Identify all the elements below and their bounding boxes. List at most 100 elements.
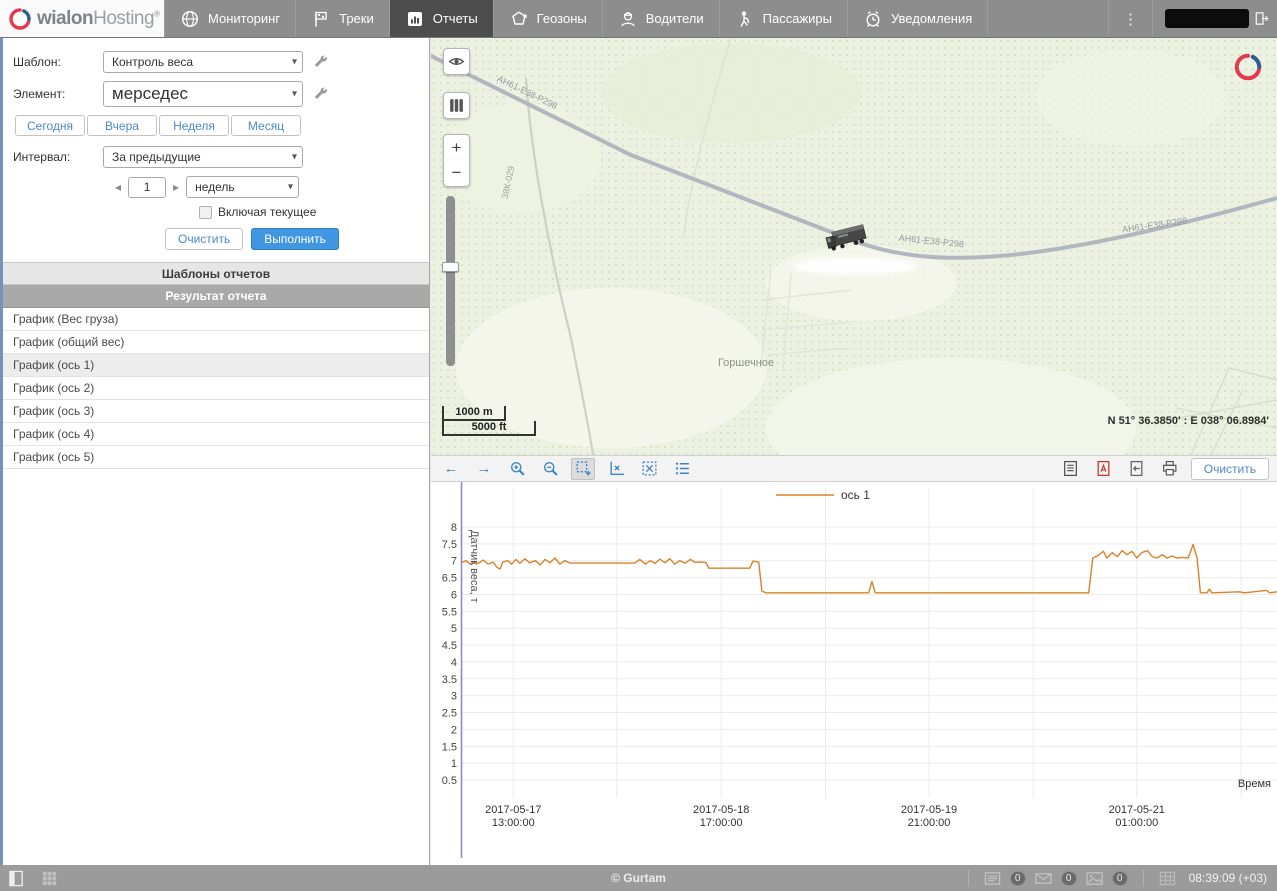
chart-clear-button[interactable]: Очистить	[1191, 458, 1269, 480]
include-current-checkbox[interactable]	[199, 206, 212, 219]
tab-monitoring[interactable]: Мониторинг	[164, 0, 296, 37]
apps-grid-icon[interactable]	[41, 870, 58, 887]
result-list-item[interactable]: График (ось 1)	[3, 354, 429, 377]
map-scale: 1000 m 5000 ft	[442, 406, 536, 436]
tab-label: Треки	[339, 11, 374, 26]
unit-settings-wrench-icon[interactable]	[314, 87, 329, 102]
chart-data-list-button[interactable]	[670, 458, 694, 480]
globe-icon	[180, 9, 200, 29]
report-chart[interactable]: 87.576.565.554.543.532.521.510.52017-05-…	[431, 482, 1277, 864]
y-tick-label: 8	[451, 522, 457, 534]
map-scale-imperial: 5000 ft	[442, 421, 536, 436]
series-line-os1	[462, 545, 1277, 593]
tab-notifications[interactable]: Уведомления	[848, 0, 988, 37]
interval-count-input[interactable]: 1	[128, 177, 166, 198]
export-report-icon[interactable]	[1059, 458, 1083, 480]
chevron-down-icon: ▾	[292, 151, 297, 162]
interval-mode-value: За предыдущие	[112, 150, 201, 164]
map-canvas[interactable]: АН61-Е38-Р298 АН61-Е38-Р298 АН61-Е38-Р29…	[431, 38, 1277, 455]
interval-count-decrease[interactable]: ◂	[115, 180, 121, 194]
y-axis-title: Датчик веса, т	[468, 530, 480, 603]
map-zoom-in-button[interactable]: +	[443, 134, 470, 161]
chevron-down-icon: ▾	[292, 88, 297, 99]
map-zoom-slider-handle[interactable]	[442, 262, 459, 272]
user-menu[interactable]	[1165, 9, 1269, 28]
x-tick-date: 2017-05-18	[693, 804, 749, 816]
result-list-item[interactable]: График (ось 3)	[3, 400, 429, 423]
result-list-item[interactable]: График (ось 2)	[3, 377, 429, 400]
y-tick-label: 6.5	[442, 573, 457, 585]
template-settings-wrench-icon[interactable]	[314, 55, 329, 70]
tab-tracks[interactable]: Треки	[296, 0, 390, 37]
export-pdf-icon[interactable]	[1092, 458, 1116, 480]
x-tick-time: 21:00:00	[908, 817, 951, 829]
result-section-header[interactable]: Результат отчета	[3, 285, 429, 308]
table-view-icon[interactable]	[1159, 870, 1176, 887]
quick-range-button-4[interactable]: Месяц	[231, 115, 301, 136]
map-panel[interactable]: АН61-Е38-Р298 АН61-Е38-Р298 АН61-Е38-Р29…	[431, 38, 1277, 455]
result-list-item[interactable]: График (ось 4)	[3, 423, 429, 446]
include-current-label: Включая текущее	[218, 205, 316, 219]
y-tick-label: 1.5	[442, 741, 457, 753]
report-form: Шаблон: Контроль веса ▾ Элемент: мерседе…	[3, 38, 429, 250]
place-label: Горшечное	[718, 357, 774, 369]
map-provider-logo-icon	[1233, 52, 1263, 82]
more-menu-button[interactable]: ⋮	[1108, 0, 1153, 37]
template-select[interactable]: Контроль веса ▾	[103, 51, 303, 73]
y-tick-label: 7.5	[442, 539, 457, 551]
print-icon[interactable]	[1158, 458, 1182, 480]
statusbar: © Gurtam 0 0 0 08:39:09 (+03)	[0, 865, 1277, 891]
x-tick-date: 2017-05-19	[901, 804, 957, 816]
media-icon[interactable]	[1086, 870, 1103, 887]
toggle-left-panel-icon[interactable]	[8, 870, 25, 887]
map-layers-button[interactable]	[443, 92, 470, 119]
messages-icon[interactable]	[984, 870, 1001, 887]
chart-x-axis-zoom-button[interactable]	[604, 458, 628, 480]
map-zoom-out-button[interactable]: −	[443, 160, 470, 187]
clear-report-button[interactable]: Очистить	[165, 228, 243, 250]
interval-unit-select[interactable]: недель ▾	[186, 176, 299, 198]
map-zoom-slider[interactable]	[446, 196, 455, 366]
template-label: Шаблон:	[13, 55, 103, 69]
chart-back-button[interactable]: ←	[439, 458, 463, 480]
templates-section-header[interactable]: Шаблоны отчетов	[3, 262, 429, 285]
wialon-logo[interactable]: wialonHosting®	[0, 0, 164, 37]
chart-zoom-out-button[interactable]	[538, 458, 562, 480]
interval-mode-select[interactable]: За предыдущие ▾	[103, 146, 303, 168]
tab-reports[interactable]: Отчеты	[390, 0, 494, 37]
chevron-down-icon: ▾	[288, 181, 293, 192]
quick-range-button-1[interactable]: Сегодня	[15, 115, 85, 136]
y-tick-label: 4.5	[442, 640, 457, 652]
passenger-icon	[735, 9, 755, 29]
tab-label: Геозоны	[537, 11, 587, 26]
tab-passengers[interactable]: Пассажиры	[720, 0, 848, 37]
template-select-value: Контроль веса	[112, 55, 193, 69]
chart-panel: ← →	[431, 455, 1277, 865]
tab-geofences[interactable]: Геозоны	[494, 0, 603, 37]
tab-drivers[interactable]: Водители	[603, 0, 720, 37]
topbar: wialonHosting® Мониторинг Треки Отчеты Геоз…	[0, 0, 1277, 38]
result-list-item[interactable]: График (ось 5)	[3, 446, 429, 469]
logo-text: wialonHosting®	[37, 8, 159, 30]
mail-count-badge: 0	[1061, 871, 1077, 886]
geofence-icon	[509, 9, 529, 29]
export-file-icon[interactable]	[1125, 458, 1149, 480]
messages-count-badge: 0	[1010, 871, 1026, 886]
unit-select-value: мерседес	[112, 84, 188, 104]
map-visibility-eye-button[interactable]	[443, 48, 470, 75]
logout-icon[interactable]	[1254, 11, 1269, 26]
execute-report-button[interactable]: Выполнить	[251, 228, 339, 250]
y-tick-label: 3	[451, 691, 457, 703]
quick-range-buttons: СегодняВчераНеделяМесяц	[15, 115, 419, 136]
quick-range-button-2[interactable]: Вчера	[87, 115, 157, 136]
quick-range-button-3[interactable]: Неделя	[159, 115, 229, 136]
mail-icon[interactable]	[1035, 870, 1052, 887]
unit-select[interactable]: мерседес ▾	[103, 81, 303, 107]
result-list-item[interactable]: График (Вес груза)	[3, 308, 429, 331]
chart-forward-button[interactable]: →	[472, 458, 496, 480]
interval-count-increase[interactable]: ▸	[173, 180, 179, 194]
result-list-item[interactable]: График (общий вес)	[3, 331, 429, 354]
chart-zoom-in-button[interactable]	[505, 458, 529, 480]
chart-marquee-zoom-button[interactable]	[571, 458, 595, 480]
chart-fit-button[interactable]	[637, 458, 661, 480]
